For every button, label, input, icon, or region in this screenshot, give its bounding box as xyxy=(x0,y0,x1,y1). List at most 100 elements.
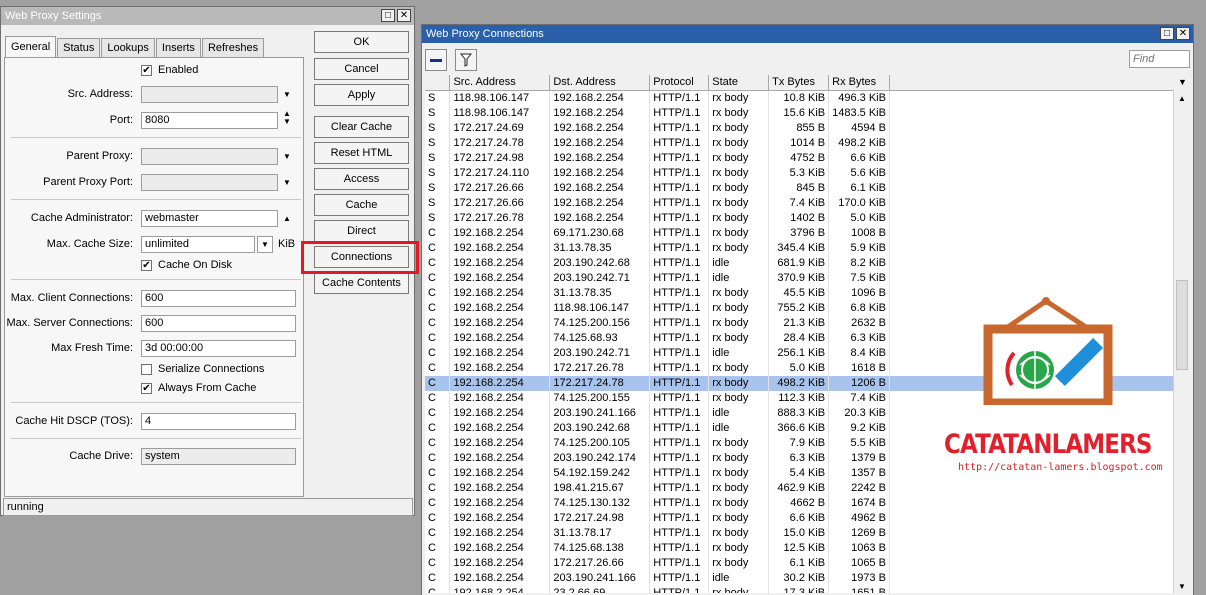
cell-filler xyxy=(889,106,1173,121)
table-row[interactable]: C 192.168.2.254 31.13.78.17 HTTP/1.1 rx body… xyxy=(425,525,1173,541)
cell-dst-address: 31.13.78.17 xyxy=(549,525,651,541)
tab-refreshes[interactable]: Refreshes xyxy=(201,38,265,57)
table-row[interactable]: S 172.217.24.78 192.168.2.254 HTTP/1.1 rx bo… xyxy=(425,135,1173,151)
table-row[interactable]: C 192.168.2.254 198.41.215.67 HTTP/1.1 rx bo… xyxy=(425,480,1173,496)
cell-tx-bytes: 855 B xyxy=(768,120,830,136)
table-row[interactable]: C 192.168.2.254 23.2.66.69 HTTP/1.1 rx body 1… xyxy=(425,585,1173,593)
scroll-thumb[interactable] xyxy=(1176,280,1188,370)
max-cache-size-dropdown-icon[interactable]: ▼ xyxy=(257,236,273,253)
table-row[interactable]: C 192.168.2.254 203.190.242.71 HTTP/1.1 idle… xyxy=(425,270,1173,286)
table-row[interactable]: C 192.168.2.254 74.125.68.138 HTTP/1.1 rx bo… xyxy=(425,540,1173,556)
cell-src-address: 118.98.106.147 xyxy=(449,90,551,106)
serialize-checkbox[interactable] xyxy=(141,364,152,375)
web-proxy-settings-window: Web Proxy Settings □ ✕ General Status Lo… xyxy=(0,6,419,516)
find-input[interactable] xyxy=(1129,50,1190,68)
dropdown-icon[interactable]: ▼ xyxy=(282,177,292,188)
table-row[interactable]: S 118.98.106.147 192.168.2.254 HTTP/1.1 rx b… xyxy=(425,105,1173,121)
cell-filler xyxy=(889,481,1173,496)
reset-html-button[interactable]: Reset HTML xyxy=(314,142,409,164)
close-icon[interactable]: ✕ xyxy=(1176,27,1190,40)
access-button[interactable]: Access xyxy=(314,168,409,190)
scroll-up-icon[interactable]: ▲ xyxy=(1174,90,1190,107)
tab-inserts[interactable]: Inserts xyxy=(155,38,201,57)
parent-proxy-field[interactable] xyxy=(141,148,278,165)
cell-state: rx body xyxy=(708,585,770,593)
src-address-field[interactable] xyxy=(141,86,278,103)
cell-state: idle xyxy=(708,255,770,271)
columns-dropdown-icon[interactable]: ▼ xyxy=(1174,75,1191,90)
dropdown-icon[interactable]: ▼ xyxy=(282,89,292,100)
restore-icon[interactable]: □ xyxy=(1160,27,1174,40)
table-row[interactable]: C 192.168.2.254 172.217.26.66 HTTP/1.1 rx bo… xyxy=(425,555,1173,571)
table-row[interactable]: C 192.168.2.254 74.125.130.132 HTTP/1.1 rx b… xyxy=(425,495,1173,511)
port-field[interactable]: 8080 xyxy=(141,112,278,129)
cell-flag: S xyxy=(425,180,451,196)
header-tx-bytes[interactable]: Tx Bytes xyxy=(768,75,830,91)
table-row[interactable]: S 172.217.24.110 192.168.2.254 HTTP/1.1 rx b… xyxy=(425,165,1173,181)
cell-protocol: HTTP/1.1 xyxy=(649,330,710,346)
max-server-conn-field[interactable]: 600 xyxy=(141,315,296,332)
settings-titlebar[interactable]: Web Proxy Settings xyxy=(1,7,414,25)
table-row[interactable]: S 172.217.26.78 192.168.2.254 HTTP/1.1 rx bo… xyxy=(425,210,1173,226)
table-row[interactable]: C 192.168.2.254 203.190.241.166 HTTP/1.1 idl… xyxy=(425,570,1173,586)
dropdown-icon[interactable]: ▼ xyxy=(282,151,292,162)
cell-flag: C xyxy=(425,555,451,571)
max-cache-size-field[interactable]: unlimited xyxy=(141,236,255,253)
header-state[interactable]: State xyxy=(708,75,770,91)
cell-rx-bytes: 1618 B xyxy=(828,360,890,376)
cell-dst-address: 192.168.2.254 xyxy=(549,210,651,226)
tab-status[interactable]: Status xyxy=(57,38,101,57)
header-dst-address[interactable]: Dst. Address xyxy=(549,75,651,91)
parent-proxy-port-field[interactable] xyxy=(141,174,278,191)
collapse-icon[interactable]: ▲ xyxy=(282,213,292,224)
header-rx-bytes[interactable]: Rx Bytes xyxy=(828,75,890,91)
header-src-address[interactable]: Src. Address xyxy=(449,75,551,91)
clear-cache-button[interactable]: Clear Cache xyxy=(314,116,409,138)
apply-button[interactable]: Apply xyxy=(314,84,409,106)
cell-filler xyxy=(889,166,1173,181)
cache-on-disk-checkbox[interactable]: ✔ xyxy=(141,260,152,271)
header-protocol[interactable]: Protocol xyxy=(649,75,710,91)
enabled-label: Enabled xyxy=(158,64,199,76)
cache-admin-field[interactable]: webmaster xyxy=(141,210,278,227)
cache-button[interactable]: Cache xyxy=(314,194,409,216)
tab-lookups[interactable]: Lookups xyxy=(101,38,155,57)
restore-icon[interactable]: □ xyxy=(381,9,395,22)
cell-rx-bytes: 1063 B xyxy=(828,540,890,556)
table-row[interactable]: C 192.168.2.254 172.217.24.98 HTTP/1.1 rx bo… xyxy=(425,510,1173,526)
cell-flag: S xyxy=(425,105,451,121)
cell-state: rx body xyxy=(708,540,770,556)
ok-button[interactable]: OK xyxy=(314,31,409,53)
connections-titlebar[interactable]: Web Proxy Connections xyxy=(422,25,1193,43)
cell-protocol: HTTP/1.1 xyxy=(649,120,710,136)
cache-contents-button[interactable]: Cache Contents xyxy=(314,272,409,294)
table-row[interactable]: S 172.217.24.69 192.168.2.254 HTTP/1.1 rx bo… xyxy=(425,120,1173,136)
cell-filler xyxy=(889,256,1173,271)
cell-rx-bytes: 20.3 KiB xyxy=(828,405,890,421)
max-fresh-time-field[interactable]: 3d 00:00:00 xyxy=(141,340,296,357)
spinner-icon[interactable]: ▲ ▼ xyxy=(282,110,292,126)
cell-src-address: 192.168.2.254 xyxy=(449,570,551,586)
scroll-down-icon[interactable]: ▼ xyxy=(1174,581,1190,593)
close-icon[interactable]: ✕ xyxy=(397,9,411,22)
filter-button[interactable] xyxy=(455,49,477,71)
max-client-conn-field[interactable]: 600 xyxy=(141,290,296,307)
table-row[interactable]: C 192.168.2.254 203.190.242.68 HTTP/1.1 idle… xyxy=(425,255,1173,271)
cell-dst-address: 192.168.2.254 xyxy=(549,150,651,166)
enabled-checkbox[interactable]: ✔ xyxy=(141,65,152,76)
table-row[interactable]: S 172.217.26.66 192.168.2.254 HTTP/1.1 rx bo… xyxy=(425,180,1173,196)
cancel-button[interactable]: Cancel xyxy=(314,58,409,80)
table-row[interactable]: S 172.217.24.98 192.168.2.254 HTTP/1.1 rx bo… xyxy=(425,150,1173,166)
cell-flag: C xyxy=(425,420,451,436)
table-row[interactable]: C 192.168.2.254 31.13.78.35 HTTP/1.1 rx body… xyxy=(425,240,1173,256)
remove-button[interactable] xyxy=(425,49,447,71)
cell-rx-bytes: 1206 B xyxy=(828,375,890,391)
table-row[interactable]: S 118.98.106.147 192.168.2.254 HTTP/1.1 rx b… xyxy=(425,90,1173,106)
direct-button[interactable]: Direct xyxy=(314,220,409,242)
vertical-scrollbar[interactable]: ▲ ▼ xyxy=(1173,90,1190,593)
cache-hit-dscp-field[interactable]: 4 xyxy=(141,413,296,430)
tab-general[interactable]: General xyxy=(5,36,57,57)
table-row[interactable]: S 172.217.26.66 192.168.2.254 HTTP/1.1 rx bo… xyxy=(425,195,1173,211)
table-row[interactable]: C 192.168.2.254 69.171.230.68 HTTP/1.1 rx bo… xyxy=(425,225,1173,241)
always-from-cache-checkbox[interactable]: ✔ xyxy=(141,383,152,394)
